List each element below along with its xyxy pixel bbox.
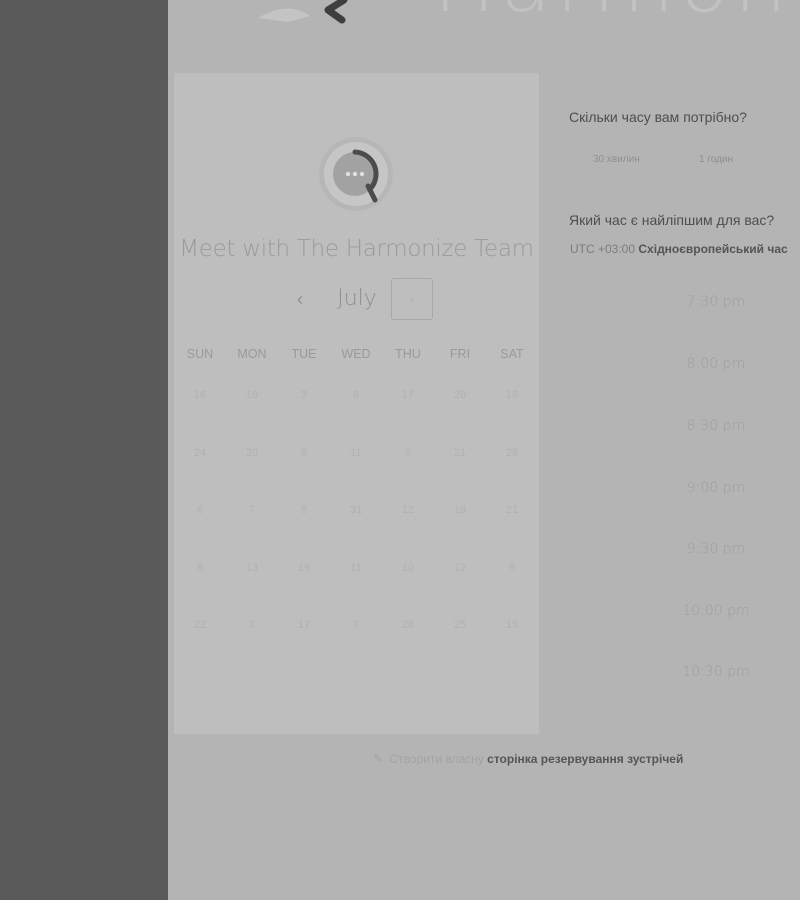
calendar-day[interactable]: 8 — [174, 559, 226, 617]
calendar-day[interactable]: 10 — [382, 559, 434, 617]
calendar-grid: 16 18 3 6 17 28 18 24 20 8 11 9 21 26 6 … — [174, 386, 539, 674]
brand-name: Harmonize — [433, 0, 800, 24]
month-navigation: ‹ July › — [174, 278, 539, 320]
footer-prefix: Створити власну — [389, 752, 484, 766]
calendar-week: 8 13 19 11 10 12 9 — [174, 559, 539, 617]
calendar-day[interactable]: 7 — [330, 616, 382, 674]
calendar-day[interactable]: 22 — [174, 616, 226, 674]
calendar-day[interactable]: 6 — [330, 386, 382, 444]
harmonize-logo-mark-icon — [258, 0, 348, 24]
calendar-day[interactable]: 31 — [330, 501, 382, 559]
timezone-selector[interactable]: UTC +03:00 Східноєвропейський час — [570, 242, 788, 256]
time-question: Який час є найліпшим для вас? — [569, 212, 775, 228]
time-slot[interactable]: 10:30 pm — [656, 664, 776, 680]
prev-month-button[interactable]: ‹ — [287, 278, 313, 320]
weekday-label: THU — [395, 347, 421, 361]
calendar-day[interactable]: 19 — [278, 559, 330, 617]
timezone-name: Східноєвропейський час — [638, 242, 788, 256]
weekday-label: WED — [341, 347, 371, 361]
calendar-day[interactable]: 3 — [278, 386, 330, 444]
calendar-day[interactable]: 17 — [382, 386, 434, 444]
calendar-day[interactable]: 9 — [486, 559, 538, 617]
calendar-day[interactable]: 9 — [382, 444, 434, 502]
weekday-label: SAT — [500, 347, 524, 361]
duration-question: Скільки часу вам потрібно? — [569, 109, 747, 125]
duration-option-1h[interactable]: 1 годин — [699, 154, 733, 165]
calendar-day[interactable]: 15 — [486, 616, 538, 674]
create-booking-page-link[interactable]: сторінка резервування зустрічей — [487, 752, 683, 766]
calendar-day[interactable]: 25 — [434, 616, 486, 674]
calendar-day[interactable]: 18 — [226, 386, 278, 444]
weekday-label: TUE — [291, 347, 317, 361]
calendar-day[interactable]: 21 — [434, 444, 486, 502]
team-logo-icon — [319, 137, 393, 211]
calendar-week: 24 20 8 11 9 21 26 — [174, 444, 539, 502]
calendar-day[interactable]: 21 — [486, 501, 538, 559]
calendar-day[interactable]: 8 — [278, 444, 330, 502]
time-slot[interactable]: 9:30 pm — [656, 541, 776, 557]
next-month-button[interactable]: › — [391, 278, 433, 320]
weekday-header: SUN MON TUE WED THU FRI SAT — [174, 347, 539, 361]
footer-promo: ✎ Створити власну сторінка резервування … — [373, 752, 683, 766]
timezone-offset: UTC +03:00 — [570, 242, 636, 256]
booking-card: Meet with The Harmonize Team ‹ July › SU… — [174, 73, 539, 734]
time-slot[interactable]: 8:30 pm — [656, 418, 776, 434]
left-sidebar — [0, 0, 168, 900]
duration-option-30min[interactable]: 30 хвилин — [593, 154, 640, 165]
weekday-label: SUN — [186, 347, 214, 361]
month-label: July — [337, 286, 377, 311]
calendar-day[interactable]: 26 — [486, 444, 538, 502]
calendar-day[interactable]: 20 — [226, 444, 278, 502]
calendar-day[interactable]: 11 — [330, 559, 382, 617]
calendar-week: 16 18 3 6 17 28 18 — [174, 386, 539, 444]
time-slot[interactable]: 10:00 pm — [656, 603, 776, 619]
booking-title: Meet with The Harmonize Team — [179, 236, 534, 262]
calendar-day[interactable]: 28 — [382, 616, 434, 674]
calendar-day[interactable]: 28 — [434, 386, 486, 444]
calendar-day[interactable]: 11 — [330, 444, 382, 502]
calendar-day[interactable]: 8 — [278, 501, 330, 559]
calendar-day[interactable]: 24 — [174, 444, 226, 502]
time-slot[interactable]: 9:00 pm — [656, 480, 776, 496]
calendar-day[interactable]: 12 — [382, 501, 434, 559]
calendar-day[interactable]: 6 — [174, 501, 226, 559]
main-panel: Harmonize Meet with The Harmonize Team ‹… — [168, 0, 800, 900]
calendar-day[interactable]: 13 — [226, 559, 278, 617]
time-slot[interactable]: 7:30 pm — [656, 294, 776, 310]
calendar-day[interactable]: 18 — [486, 386, 538, 444]
calendar-day[interactable]: 7 — [226, 501, 278, 559]
calendar-day[interactable]: 3 — [226, 616, 278, 674]
time-slot[interactable]: 8:00 pm — [656, 356, 776, 372]
calendar-week: 6 7 8 31 12 18 21 — [174, 501, 539, 559]
calendar-week: 22 3 17 7 28 25 15 — [174, 616, 539, 674]
weekday-label: FRI — [449, 347, 471, 361]
weekday-label: MON — [237, 347, 267, 361]
calendar-day[interactable]: 17 — [278, 616, 330, 674]
calendar-day[interactable]: 18 — [434, 501, 486, 559]
calendar-day[interactable]: 16 — [174, 386, 226, 444]
ruler-pencil-icon: ✎ — [373, 752, 384, 766]
calendar-day[interactable]: 12 — [434, 559, 486, 617]
